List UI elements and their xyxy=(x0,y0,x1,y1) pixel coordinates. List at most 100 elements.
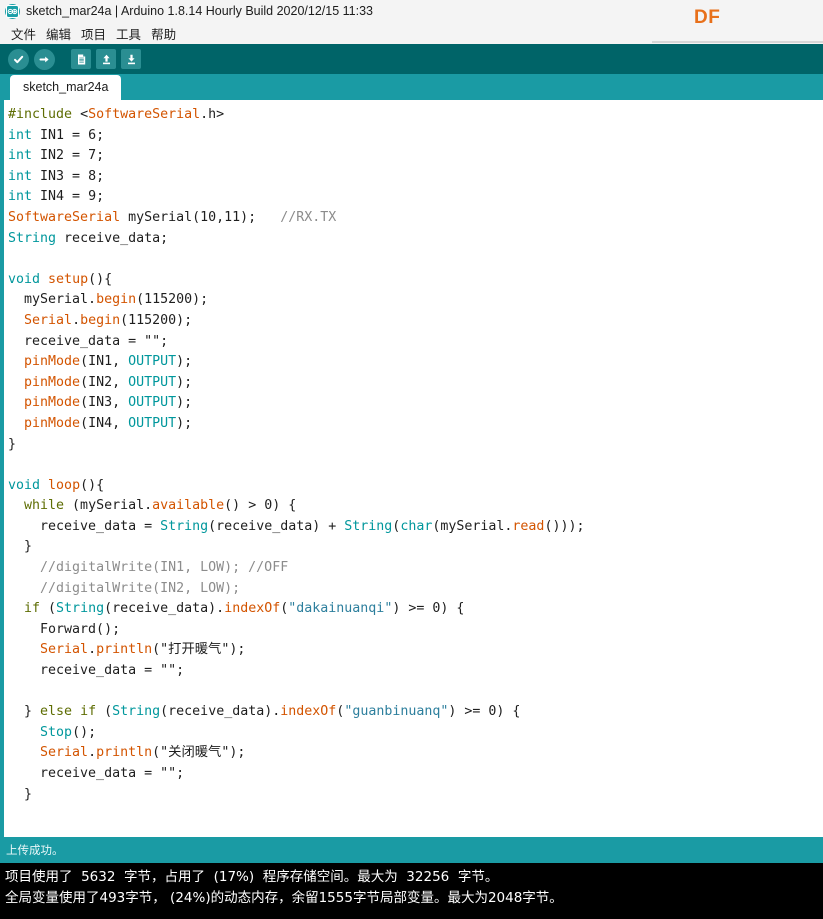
code-token: void xyxy=(8,271,41,287)
code-token: indexOf xyxy=(280,704,337,720)
code-token: receive_data = ""; xyxy=(8,663,185,679)
arduino-ide-window: sketch_mar24a | Arduino 1.8.14 Hourly Bu… xyxy=(0,0,823,919)
code-line: //digitalWrite(IN2, LOW); xyxy=(8,579,823,600)
verify-button[interactable] xyxy=(8,48,29,70)
code-token: SoftwareSerial xyxy=(8,209,121,225)
save-button[interactable] xyxy=(121,49,141,69)
code-token: . xyxy=(72,312,81,328)
code-token: //digitalWrite(IN1, LOW); //OFF xyxy=(40,560,289,576)
code-token: (); xyxy=(72,724,97,740)
code-token: while xyxy=(24,498,65,514)
menu-tools[interactable]: 工具 xyxy=(111,24,146,43)
new-button[interactable] xyxy=(71,49,91,69)
code-token: receive_data = ""; xyxy=(8,333,169,349)
code-token: (receive_data) + xyxy=(208,518,345,534)
arrow-down-icon xyxy=(125,53,138,66)
code-token: //RX.TX xyxy=(280,209,337,225)
arrow-up-icon xyxy=(100,53,113,66)
code-line: pinMode(IN2, OUTPUT); xyxy=(8,373,823,394)
code-token: IN1 = 6; xyxy=(32,127,105,143)
code-token: String xyxy=(8,230,57,246)
code-token: receive_data = ""; xyxy=(8,766,185,781)
code-token: IN4 = 9; xyxy=(32,189,105,205)
menu-edit[interactable]: 编辑 xyxy=(41,24,76,43)
code-token: read xyxy=(512,518,545,534)
arduino-logo-icon xyxy=(5,3,20,19)
code-token: int xyxy=(8,127,33,143)
menu-help[interactable]: 帮助 xyxy=(146,24,181,43)
code-line: } xyxy=(8,785,823,806)
code-token: (IN3, xyxy=(80,395,129,411)
code-token: ())); xyxy=(544,518,585,534)
code-editor[interactable]: #include <SoftwareSerial.h> int IN1 = 6; i… xyxy=(4,100,823,837)
code-token: (mySerial. xyxy=(432,518,513,534)
code-token: if xyxy=(80,704,97,720)
code-token: Stop xyxy=(40,724,73,740)
code-line: //digitalWrite(IN1, LOW); //OFF xyxy=(8,558,823,579)
code-token: ); xyxy=(176,354,193,370)
code-token: ( xyxy=(96,704,113,720)
code-token: loop xyxy=(48,477,81,493)
code-token: pinMode xyxy=(24,395,81,411)
code-token: (){ xyxy=(80,477,105,493)
code-token: setup xyxy=(48,271,89,287)
code-line: Serial.begin(115200); xyxy=(8,311,823,332)
tab-strip: sketch_mar24a xyxy=(0,74,823,100)
code-token: int xyxy=(8,168,33,184)
code-line: } xyxy=(8,435,823,456)
code-token: pinMode xyxy=(24,354,81,370)
code-line: while (mySerial.available() > 0) { xyxy=(8,496,823,517)
code-token: available xyxy=(152,498,225,514)
tab-sketch-mar24a[interactable]: sketch_mar24a xyxy=(10,75,122,100)
code-token: begin xyxy=(96,292,137,308)
code-token: } xyxy=(8,539,33,555)
open-button[interactable] xyxy=(96,49,116,69)
code-token: indexOf xyxy=(224,601,281,617)
editor-area: #include <SoftwareSerial.h> int IN1 = 6; i… xyxy=(0,100,823,837)
code-line: receive_data = ""; xyxy=(8,332,823,353)
console-output[interactable]: 项目使用了 5632 字节，占用了 (17%) 程序存储空间。最大为 32256… xyxy=(0,863,823,919)
code-token: (IN1, xyxy=(80,354,129,370)
code-token: (IN2, xyxy=(80,374,129,390)
code-token: void xyxy=(8,477,41,493)
code-line: void setup(){ xyxy=(8,270,823,291)
code-token: Serial xyxy=(40,642,89,658)
code-line: String receive_data; xyxy=(8,229,823,250)
code-line: void loop(){ xyxy=(8,476,823,497)
upload-button[interactable] xyxy=(34,48,55,70)
arrow-right-icon xyxy=(38,53,51,66)
code-token: "打开暖气" xyxy=(160,642,230,658)
code-token: String xyxy=(344,518,393,534)
code-token: } xyxy=(8,786,33,802)
code-token: "guanbinuanq" xyxy=(344,704,449,720)
code-token: (receive_data). xyxy=(104,601,225,617)
code-token: Serial xyxy=(40,745,89,761)
code-token: ( xyxy=(152,642,161,658)
code-token: } xyxy=(8,704,41,720)
code-token: . xyxy=(88,745,97,761)
code-line: Serial.println("关闭暖气"); xyxy=(8,743,823,764)
code-token: else xyxy=(40,704,73,720)
code-token: ( xyxy=(40,601,57,617)
menu-sketch[interactable]: 项目 xyxy=(76,24,111,43)
code-token: mySerial. xyxy=(8,292,97,308)
code-line: pinMode(IN4, OUTPUT); xyxy=(8,414,823,435)
menu-file[interactable]: 文件 xyxy=(6,24,41,43)
code-token: pinMode xyxy=(24,374,81,390)
code-token: .h> xyxy=(200,107,225,122)
code-line: int IN4 = 9; xyxy=(8,187,823,208)
code-token: . xyxy=(88,642,97,658)
code-token: (mySerial. xyxy=(64,498,153,514)
